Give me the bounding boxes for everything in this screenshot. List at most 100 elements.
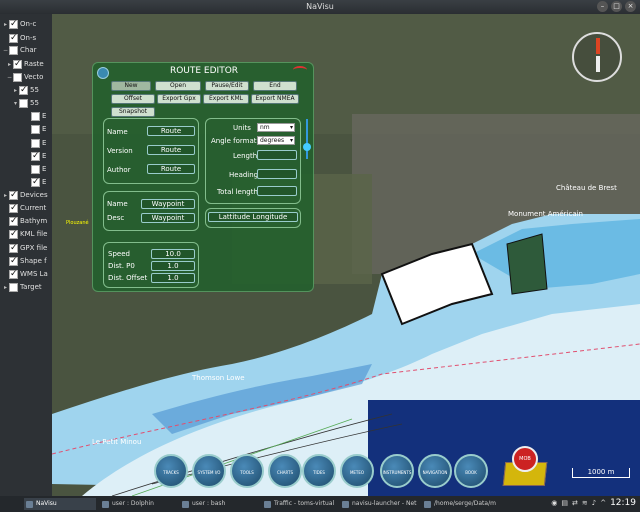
layer-checkbox[interactable] [13,72,22,82]
offset-button[interactable]: Offset [111,94,155,104]
volume-icon[interactable]: ♪ [592,499,596,507]
layer-row[interactable]: E [24,150,46,162]
layer-row[interactable]: Current [2,202,46,214]
charts-button[interactable]: CHARTS [268,454,302,488]
meteo-button[interactable]: METEO [340,454,374,488]
layer-checkbox[interactable] [9,202,18,214]
layer-checkbox[interactable] [19,98,28,108]
layer-row[interactable]: E [24,163,46,175]
layer-row[interactable]: E [24,123,46,135]
layer-row[interactable]: ▸ Raste [6,58,44,70]
pause-edit-button[interactable]: Pause/Edit [205,81,249,91]
tracks-button[interactable]: TRACKS [154,454,188,488]
new-button[interactable]: New [111,81,151,91]
layer-checkbox[interactable] [9,215,18,227]
layer-row[interactable]: − Char [2,44,37,56]
layer-row[interactable]: WMS La [2,268,48,280]
export-kml-button[interactable]: Export KML [203,94,249,104]
task-navisu[interactable]: NaVisu [24,498,96,510]
panel-opacity-slider[interactable] [306,119,308,159]
dist-offset-field[interactable]: 1.0 [151,273,195,283]
book-button[interactable]: BOOK [454,454,488,488]
export-gpx-button[interactable]: Export Gpx [157,94,201,104]
units-select[interactable]: nm [257,123,295,132]
layer-row[interactable]: Bathym [2,215,47,227]
route-version-field[interactable]: Route [147,145,195,155]
update-icon[interactable]: ◉ [551,499,557,507]
waypoint-desc-field[interactable]: Waypoint [141,213,195,223]
navigation-button[interactable]: NAVIGATION [418,454,452,488]
expand-toggle-icon[interactable]: − [6,72,13,84]
angle-format-select[interactable]: degrees [257,136,295,145]
expand-toggle-icon[interactable]: ▸ [2,19,9,31]
tools-button[interactable]: TOOLS [230,454,264,488]
wifi-icon[interactable]: ≋ [582,499,588,507]
expand-toggle-icon[interactable]: ▸ [2,190,9,202]
layer-row[interactable]: ▸ Target [2,281,42,293]
layer-row[interactable]: On-s [2,32,36,44]
panel-opacity-slider-handle[interactable] [303,143,311,151]
layer-row[interactable]: KML file [2,228,47,240]
layer-row[interactable]: E [24,176,46,188]
layer-row[interactable]: ▸ 55 [12,84,39,96]
layer-checkbox[interactable] [9,255,18,267]
layer-checkbox[interactable] [9,45,18,55]
latlon-button[interactable]: Lattitude Longitude [208,212,298,222]
network-icon[interactable]: ⇄ [572,499,578,507]
layer-checkbox[interactable] [9,228,18,240]
layer-checkbox[interactable] [19,84,28,96]
layer-row[interactable]: ▾ 55 [12,97,39,109]
layer-row[interactable]: ▸ On-c [2,18,36,30]
tides-streams-button[interactable]: TIDES STREAMS [302,454,336,488]
task-traffic[interactable]: Traffic - toms-virtual [262,498,338,510]
layer-checkbox[interactable] [9,32,18,44]
layer-checkbox[interactable] [31,150,40,162]
layer-checkbox[interactable] [9,282,18,292]
minimize-icon[interactable]: – [597,1,608,12]
expand-toggle-icon[interactable]: ▸ [12,85,19,97]
layer-row[interactable]: E [24,110,46,122]
route-author-field[interactable]: Route [147,164,195,174]
layer-row[interactable]: Shape f [2,255,47,267]
expand-toggle-icon[interactable]: − [2,45,9,57]
instruments-button[interactable]: INSTRUMENTS [380,454,414,488]
waypoint-name-field[interactable]: Waypoint [141,199,195,209]
expand-toggle-icon[interactable]: ▸ [6,59,13,71]
layer-checkbox[interactable] [31,111,40,121]
layer-checkbox[interactable] [31,164,40,174]
system-io-button[interactable]: SYSTEM I/O [192,454,226,488]
layer-row[interactable]: E [24,137,46,149]
layer-checkbox[interactable] [9,189,18,201]
expand-tray-icon[interactable]: ^ [600,499,606,507]
layer-checkbox[interactable] [9,268,18,280]
layer-row[interactable]: ▸ Devices [2,189,48,201]
heading-field[interactable] [257,169,297,179]
task-dolphin[interactable]: user : Dolphin [100,498,176,510]
layer-checkbox[interactable] [9,242,18,254]
layer-checkbox[interactable] [31,138,40,148]
close-icon[interactable]: × [625,1,636,12]
maximize-icon[interactable]: □ [611,1,622,12]
route-name-field[interactable]: Route [147,126,195,136]
layer-checkbox[interactable] [31,124,40,134]
export-nmea-button[interactable]: Export NMEA [251,94,299,104]
task-bash[interactable]: user : bash [180,498,256,510]
compass-rose[interactable] [572,32,622,82]
expand-toggle-icon[interactable]: ▸ [2,282,9,294]
task-file-path[interactable]: /home/serge/Data/m [422,498,496,510]
close-panel-icon[interactable] [293,66,307,74]
expand-toggle-icon[interactable]: ▾ [12,98,19,110]
open-button[interactable]: Open [155,81,201,91]
speed-field[interactable]: 10.0 [151,249,195,259]
task-navisu-launcher[interactable]: navisu-launcher - Net [340,498,420,510]
snapshot-button[interactable]: Snapshot [111,107,155,117]
layer-checkbox[interactable] [31,176,40,188]
length-field[interactable] [257,150,297,160]
total-length-field[interactable] [257,186,297,196]
layer-row[interactable]: GPX file [2,242,47,254]
clipboard-icon[interactable]: ▤ [561,499,568,507]
mob-button[interactable]: MOB [512,446,538,472]
end-button[interactable]: End [253,81,297,91]
dist-p0-field[interactable]: 1.0 [151,261,195,271]
layer-checkbox[interactable] [9,18,18,30]
